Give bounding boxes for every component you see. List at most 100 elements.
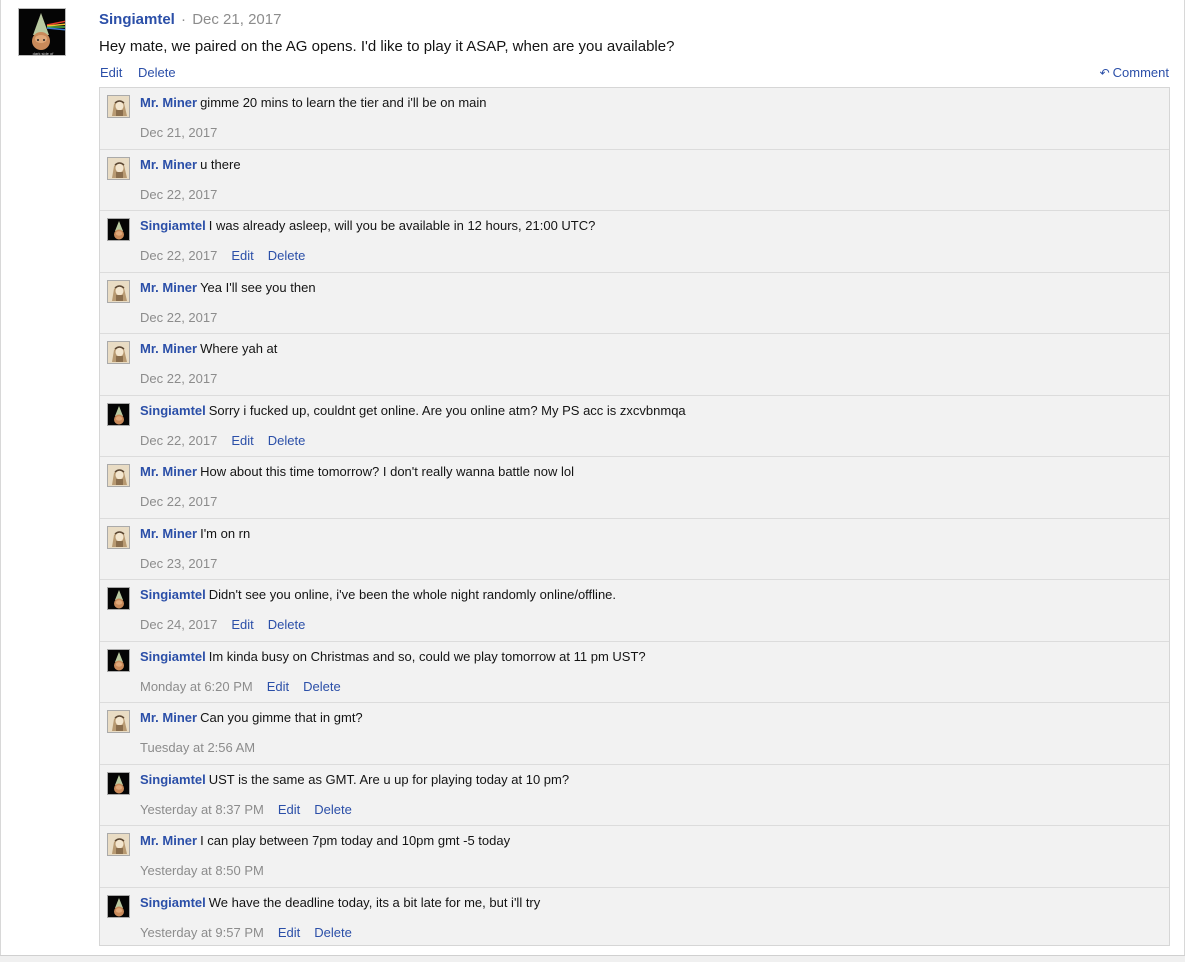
reply-body: Mr. Miner Where yah at [140, 341, 277, 357]
reply-avatar-singiamtel[interactable] [107, 648, 130, 672]
reply-author[interactable]: Mr. Miner [140, 95, 197, 110]
post-author-avatar[interactable]: dark side of [18, 8, 66, 56]
reply-text: u there [200, 156, 241, 172]
reply-date[interactable]: Dec 22, 2017 [140, 310, 217, 325]
reply-avatar-singiamtel[interactable] [107, 402, 130, 426]
reply-date[interactable]: Dec 21, 2017 [140, 125, 217, 140]
reply-text: How about this time tomorrow? I don't re… [200, 464, 574, 479]
post-author-name[interactable]: Singiamtel [99, 11, 175, 28]
reply-author[interactable]: Mr. Miner [140, 710, 197, 725]
reply-edit-link[interactable]: Edit [231, 433, 253, 448]
reply-meta: Tuesday at 2:56 AM [140, 740, 269, 756]
reply-avatar-miner[interactable] [107, 833, 130, 856]
reply-text: Didn't see you online, i've been the who… [208, 587, 617, 602]
reply-author[interactable]: Mr. Miner [140, 833, 197, 848]
reply-avatar-miner[interactable] [107, 279, 130, 303]
reply-edit-link[interactable]: Edit [231, 617, 253, 632]
reply-text: I'm on rn [200, 525, 251, 541]
reply-edit-link[interactable]: Edit [278, 925, 300, 940]
post-message: Hey mate, we paired on the AG opens. I'd… [99, 38, 675, 55]
reply-date[interactable]: Dec 22, 2017 [140, 248, 217, 263]
reply-item: Mr. Miner I can play between 7pm today an… [100, 826, 1169, 888]
reply-avatar-singiamtel[interactable] [107, 218, 130, 241]
reply-meta: Dec 22, 2017 [140, 310, 231, 326]
reply-date[interactable]: Dec 22, 2017 [140, 187, 217, 202]
reply-meta: Dec 22, 2017 [140, 371, 231, 387]
reply-author[interactable]: Mr. Miner [140, 157, 197, 172]
reply-meta: Dec 22, 2017 Edit Delete [140, 248, 319, 264]
reply-body: Singiamtel Didn't see you online, i've be… [140, 587, 616, 603]
reply-date[interactable]: Yesterday at 9:57 PM [140, 925, 264, 940]
reply-meta: Dec 22, 2017 [140, 494, 231, 510]
reply-author[interactable]: Singiamtel [140, 772, 206, 787]
reply-meta: Dec 22, 2017 Edit Delete [140, 433, 319, 449]
reply-date[interactable]: Dec 22, 2017 [140, 433, 217, 448]
reply-delete-link[interactable]: Delete [268, 248, 306, 263]
reply-author[interactable]: Singiamtel [140, 895, 206, 910]
reply-date[interactable]: Dec 22, 2017 [140, 371, 217, 386]
reply-body: Mr. Miner u there [140, 157, 241, 173]
reply-author[interactable]: Mr. Miner [140, 526, 197, 541]
reply-avatar-miner[interactable] [107, 341, 130, 364]
reply-meta: Dec 21, 2017 [140, 125, 231, 141]
reply-date[interactable]: Tuesday at 2:56 AM [140, 740, 255, 755]
reply-date[interactable]: Yesterday at 8:50 PM [140, 863, 264, 878]
reply-body: Singiamtel I was already asleep, will you… [140, 218, 595, 234]
reply-author[interactable]: Singiamtel [140, 403, 206, 418]
reply-meta: Yesterday at 9:57 PM Edit Delete [140, 925, 366, 941]
reply-meta: Yesterday at 8:37 PM Edit Delete [140, 802, 366, 818]
reply-body: Singiamtel We have the deadline today, it… [140, 895, 540, 911]
reply-avatar-miner[interactable] [107, 156, 130, 180]
reply-date[interactable]: Dec 22, 2017 [140, 494, 217, 509]
reply-body: Mr. Miner Yea I'll see you then [140, 280, 316, 296]
reply-date[interactable]: Yesterday at 8:37 PM [140, 802, 264, 817]
reply-edit-link[interactable]: Edit [267, 679, 289, 694]
reply-item: Mr. Miner I'm on rn Dec 23, 2017 [100, 519, 1169, 580]
reply-item: Singiamtel We have the deadline today, it… [100, 888, 1169, 950]
post-actions: Edit Delete [100, 64, 188, 82]
reply-avatar-singiamtel[interactable] [107, 894, 130, 918]
reply-item: Singiamtel Didn't see you online, i've be… [100, 580, 1169, 642]
reply-date[interactable]: Monday at 6:20 PM [140, 679, 253, 694]
reply-body: Singiamtel Im kinda busy on Christmas and… [140, 649, 646, 665]
reply-avatar-miner[interactable] [107, 710, 130, 733]
reply-item: Mr. Miner u there Dec 22, 2017 [100, 150, 1169, 211]
reply-edit-link[interactable]: Edit [231, 248, 253, 263]
reply-body: Singiamtel Sorry i fucked up, couldnt get… [140, 403, 686, 419]
comment-button[interactable]: ↶ Comment [1100, 64, 1169, 82]
post-header-separator: · [181, 11, 187, 28]
reply-delete-link[interactable]: Delete [314, 925, 352, 940]
reply-meta: Dec 22, 2017 [140, 187, 231, 203]
reply-avatar-miner[interactable] [107, 464, 130, 487]
reply-text: I was already asleep, will you be availa… [208, 218, 596, 233]
reply-author[interactable]: Mr. Miner [140, 280, 197, 295]
reply-author[interactable]: Mr. Miner [140, 464, 197, 479]
reply-body: Mr. Miner I'm on rn [140, 526, 250, 542]
reply-avatar-miner[interactable] [107, 95, 130, 118]
reply-text: UST is the same as GMT. Are u up for pla… [208, 771, 570, 787]
post-delete-link[interactable]: Delete [138, 65, 176, 80]
reply-body: Mr. Miner How about this time tomorrow? I… [140, 464, 574, 480]
reply-delete-link[interactable]: Delete [303, 679, 341, 694]
reply-delete-link[interactable]: Delete [268, 433, 306, 448]
reply-delete-link[interactable]: Delete [268, 617, 306, 632]
reply-delete-link[interactable]: Delete [314, 802, 352, 817]
comment-label: Comment [1112, 65, 1169, 80]
reply-author[interactable]: Singiamtel [140, 649, 206, 664]
reply-meta: Dec 24, 2017 Edit Delete [140, 617, 319, 633]
reply-author[interactable]: Mr. Miner [140, 341, 197, 356]
reply-edit-link[interactable]: Edit [278, 802, 300, 817]
post-date[interactable]: Dec 21, 2017 [192, 11, 281, 28]
reply-date[interactable]: Dec 24, 2017 [140, 617, 217, 632]
reply-author[interactable]: Singiamtel [140, 587, 206, 602]
reply-text: gimme 20 mins to learn the tier and i'll… [200, 95, 487, 110]
reply-author[interactable]: Singiamtel [140, 218, 206, 233]
reply-avatar-singiamtel[interactable] [107, 771, 130, 795]
avatar-caption: dark side of [33, 51, 55, 56]
reply-date[interactable]: Dec 23, 2017 [140, 556, 217, 571]
post-edit-link[interactable]: Edit [100, 65, 122, 80]
reply-avatar-singiamtel[interactable] [107, 587, 130, 610]
reply-avatar-miner[interactable] [107, 525, 130, 549]
reply-meta: Yesterday at 8:50 PM [140, 863, 278, 879]
reply-item: Singiamtel UST is the same as GMT. Are u … [100, 765, 1169, 826]
